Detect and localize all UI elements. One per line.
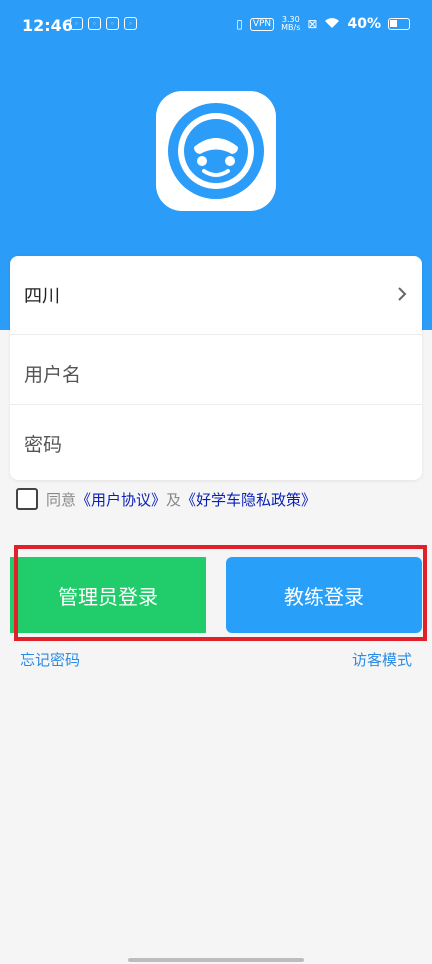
agreement-checkbox[interactable] — [16, 488, 38, 510]
agreement-prefix: 同意 — [46, 490, 77, 509]
username-input[interactable]: 用户名 — [10, 334, 422, 412]
battery-icon — [388, 18, 410, 30]
username-placeholder: 用户名 — [24, 364, 82, 386]
app-logo — [156, 91, 276, 211]
chevron-right-icon — [398, 287, 407, 301]
province-value: 四川 — [24, 286, 60, 307]
agreement-connector: 及 — [166, 490, 182, 509]
speed-unit: MB/s — [281, 23, 301, 32]
privacy-policy-link[interactable]: 《好学车隐私政策》 — [181, 489, 316, 510]
user-agreement-link[interactable]: 《用户协议》 — [76, 489, 166, 510]
vibrate-icon: ▯ — [236, 17, 243, 31]
guest-mode-link[interactable]: 访客模式 — [352, 649, 412, 670]
sim-icon: ⊠ — [307, 17, 318, 31]
status-time: 12:46 — [22, 16, 73, 35]
battery-percent: 40% — [347, 16, 381, 32]
wifi-icon — [324, 17, 340, 32]
login-form: 四川 用户名 密码 — [10, 256, 422, 480]
highlight-box — [14, 545, 427, 641]
home-indicator[interactable] — [128, 958, 304, 962]
steering-wheel-icon — [168, 103, 264, 199]
notification-icons: ◦ ◦ ◦ ◦ — [70, 17, 137, 30]
agreement-row: 同意 《用户协议》 及 《好学车隐私政策》 — [16, 488, 316, 510]
password-placeholder: 密码 — [24, 434, 63, 456]
network-speed: 3.30 MB/s — [281, 16, 300, 32]
forgot-password-link[interactable]: 忘记密码 — [20, 649, 80, 670]
password-input[interactable]: 密码 — [10, 404, 422, 482]
status-right: ▯ VPN 3.30 MB/s ⊠ 40% — [236, 16, 410, 32]
app-notification-icon: ◦ — [106, 17, 119, 30]
app-notification-icon: ◦ — [124, 17, 137, 30]
status-bar: 12:46 ◦ ◦ ◦ ◦ ▯ VPN 3.30 MB/s ⊠ 40% — [0, 0, 432, 50]
province-selector[interactable]: 四川 — [10, 256, 422, 334]
app-notification-icon: ◦ — [88, 17, 101, 30]
vpn-badge: VPN — [249, 17, 275, 31]
app-notification-icon: ◦ — [70, 17, 83, 30]
